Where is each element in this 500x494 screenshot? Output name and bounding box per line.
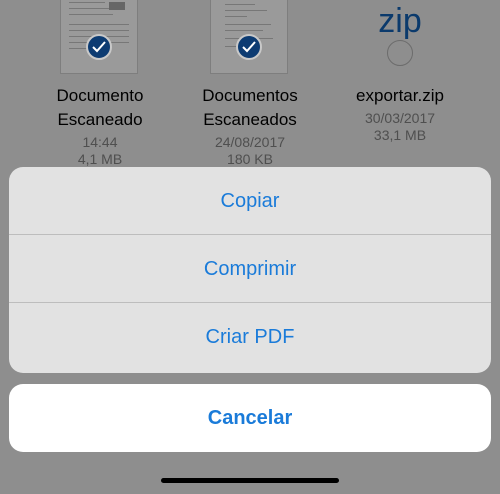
document-thumbnail [60,0,138,74]
file-size: 4,1 MB [77,151,123,167]
document-thumbnail [210,0,288,74]
create-pdf-button[interactable]: Criar PDF [9,303,491,371]
file-name: exportar.zip [356,86,444,105]
compress-button[interactable]: Comprimir [9,235,491,303]
home-indicator [161,478,339,483]
file-name: Documentos Escaneados [202,86,298,129]
file-time: 30/03/2017 [364,110,436,126]
file-name: Documento Escaneado [56,86,144,129]
zip-icon: zip [378,2,422,40]
action-sheet: Copiar Comprimir Criar PDF [9,167,491,373]
checkmark-icon[interactable] [236,34,262,60]
file-time: 24/08/2017 [214,134,286,150]
copy-button[interactable]: Copiar [9,167,491,235]
file-size: 33,1 MB [373,127,427,143]
file-size: 180 KB [227,151,273,167]
checkmark-icon[interactable] [86,34,112,60]
file-time: 14:44 [82,134,118,150]
selection-circle-icon[interactable] [387,40,413,66]
cancel-button[interactable]: Cancelar [9,384,491,452]
